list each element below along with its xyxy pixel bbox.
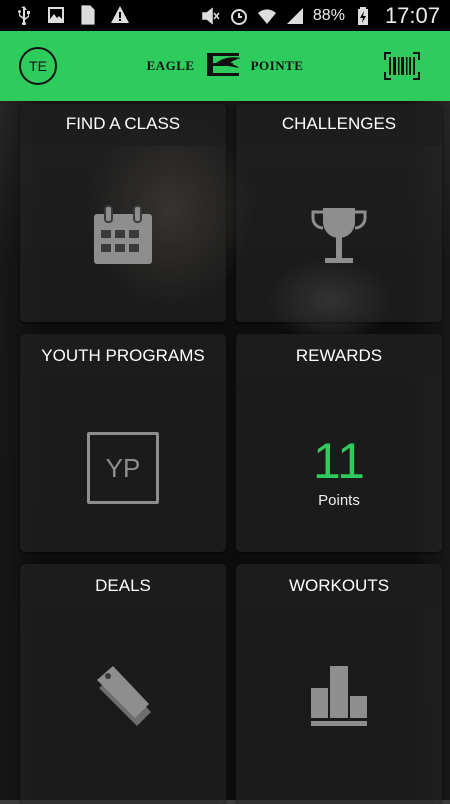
clock: 17:07 xyxy=(384,3,440,28)
alarm-icon xyxy=(229,6,249,26)
battery-charging-icon xyxy=(353,6,373,26)
youth-programs-icon: YP xyxy=(87,432,159,504)
tile-find-a-class[interactable]: FIND A CLASS xyxy=(20,104,226,322)
image-icon xyxy=(46,5,66,25)
tile-rewards[interactable]: REWARDS 11 Points xyxy=(236,334,442,552)
tags-icon xyxy=(91,664,155,733)
reward-points-value: 11 xyxy=(313,433,365,489)
avatar[interactable]: TE xyxy=(19,47,57,85)
barcode-scanner-button[interactable] xyxy=(383,51,421,81)
tile-deals[interactable]: DEALS xyxy=(20,564,226,804)
calendar-icon xyxy=(92,204,154,271)
tile-challenges[interactable]: CHALLENGES xyxy=(236,104,442,322)
tile-title: FIND A CLASS xyxy=(20,104,226,146)
wifi-icon xyxy=(257,6,277,26)
eagle-logo-icon xyxy=(201,49,245,83)
tile-title: YOUTH PROGRAMS xyxy=(20,334,226,378)
brand-right-text: POINTE xyxy=(250,58,304,73)
status-bar: 88% 17:07 xyxy=(0,0,450,31)
mute-icon xyxy=(201,6,221,26)
brand-logo: EAGLE POINTE xyxy=(146,49,303,83)
trophy-icon xyxy=(309,206,369,271)
reward-points-label: Points xyxy=(318,492,360,509)
podium-icon xyxy=(309,664,369,733)
usb-icon xyxy=(14,5,34,25)
tile-title: CHALLENGES xyxy=(236,104,442,146)
tile-title: REWARDS xyxy=(236,334,442,378)
app-header: TE EAGLE POINTE xyxy=(0,31,450,101)
tile-workouts[interactable]: WORKOUTS xyxy=(236,564,442,804)
brand-left-text: EAGLE xyxy=(146,58,195,73)
battery-percent: 88% xyxy=(312,7,345,24)
signal-icon xyxy=(285,6,305,26)
tile-title: DEALS xyxy=(20,564,226,608)
warning-icon xyxy=(110,5,130,25)
tile-title: WORKOUTS xyxy=(236,564,442,608)
barcode-icon xyxy=(384,52,420,80)
sim-blocked-icon xyxy=(78,5,98,25)
tile-youth-programs[interactable]: YOUTH PROGRAMS YP xyxy=(20,334,226,552)
